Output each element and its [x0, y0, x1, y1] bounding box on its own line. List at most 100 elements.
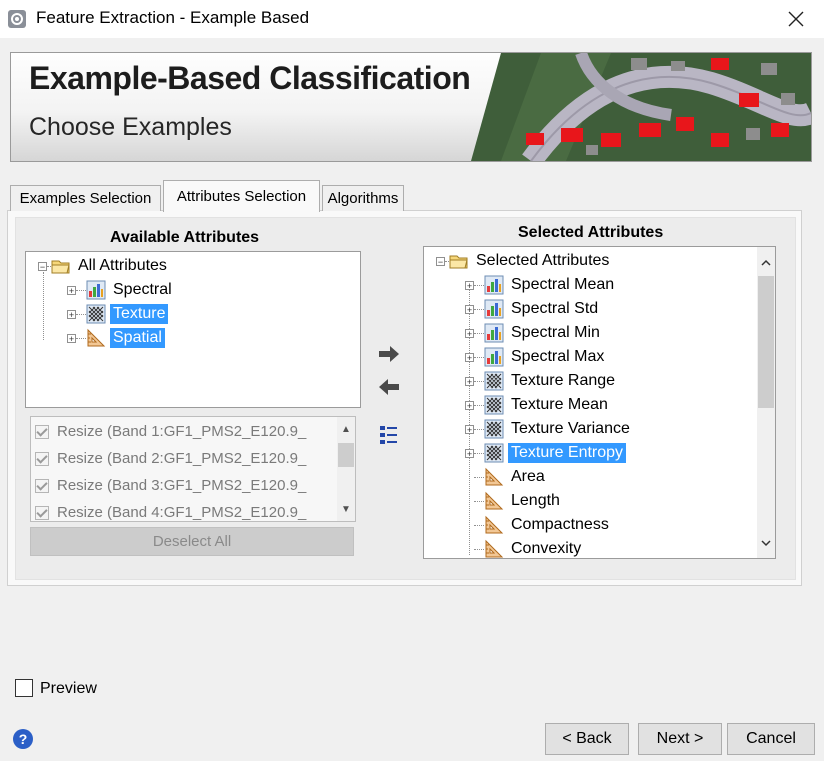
tree-label: Spectral Min [511, 324, 600, 341]
preview-checkbox[interactable] [15, 679, 33, 697]
expand-icon[interactable]: + [465, 424, 474, 434]
available-attributes-heading: Available Attributes [110, 229, 260, 246]
tree-label: Texture Range [511, 372, 616, 389]
tree-item[interactable]: + Spectral Mean [465, 273, 617, 297]
expand-icon[interactable]: + [465, 280, 474, 290]
selected-tree-scrollbar[interactable] [757, 247, 775, 558]
tree-item[interactable]: + Texture Range [465, 369, 618, 393]
tree-item[interactable]: Compactness [465, 513, 612, 537]
banner-subtitle: Choose Examples [29, 113, 232, 141]
scroll-thumb[interactable] [758, 276, 774, 408]
available-attributes-tree[interactable]: − All Attributes + Spectral + Texture + … [25, 251, 361, 408]
deselect-all-button[interactable]: Deselect All [30, 527, 354, 556]
spectral-icon [484, 323, 504, 343]
spatial-icon [485, 515, 504, 534]
list-icon[interactable] [376, 422, 402, 448]
folder-icon [449, 255, 468, 269]
checkbox [35, 505, 49, 520]
tree-label: Spatial [110, 328, 165, 348]
band-list-scrollbar[interactable]: ▲ ▼ [337, 417, 355, 521]
spectral-icon [484, 299, 504, 319]
expand-icon[interactable]: + [67, 309, 76, 319]
tree-label: Compactness [511, 516, 609, 533]
list-item: Resize (Band 1:GF1_PMS2_E120.9_ [35, 419, 306, 444]
arrow-left-icon[interactable] [376, 374, 402, 400]
tree-item[interactable]: + Texture Mean [465, 393, 611, 417]
back-button[interactable]: < Back [545, 723, 629, 755]
expand-icon[interactable]: + [465, 376, 474, 386]
list-item: Resize (Band 2:GF1_PMS2_E120.9_ [35, 446, 306, 471]
checkbox [35, 424, 49, 439]
scroll-up-icon[interactable] [757, 253, 775, 271]
tree-label: Texture Mean [511, 396, 608, 413]
tree-item[interactable]: Convexity [465, 537, 584, 558]
banner: Example-Based Classification Choose Exam… [10, 52, 812, 162]
tree-item[interactable]: Area [465, 465, 548, 489]
tab-algorithms[interactable]: Algorithms [322, 185, 404, 211]
tree-label: Texture [110, 304, 169, 324]
texture-icon [484, 395, 504, 415]
tree-item[interactable]: + Texture Entropy [465, 441, 627, 465]
band-list[interactable]: Resize (Band 1:GF1_PMS2_E120.9_ Resize (… [30, 416, 356, 522]
tree-label: Convexity [511, 540, 582, 557]
list-item: Resize (Band 4:GF1_PMS2_E120.9_ [35, 500, 306, 521]
folder-icon [51, 260, 70, 274]
scroll-down-icon[interactable] [757, 534, 775, 552]
expand-icon[interactable]: + [465, 352, 474, 362]
tree-label: Area [511, 468, 545, 485]
texture-icon [484, 419, 504, 439]
help-icon[interactable]: ? [12, 728, 34, 750]
next-button[interactable]: Next > [638, 723, 722, 755]
collapse-icon[interactable]: − [38, 261, 47, 271]
expand-icon[interactable]: + [465, 400, 474, 410]
spectral-icon [484, 275, 504, 295]
tree-item-spatial[interactable]: + Spatial [67, 326, 165, 350]
checkbox [35, 451, 49, 466]
expand-icon[interactable]: + [465, 328, 474, 338]
tree-label: Texture Variance [511, 420, 630, 437]
tree-label: Spectral Mean [511, 276, 615, 293]
tree-item[interactable]: + Spectral Std [465, 297, 601, 321]
spectral-icon [86, 280, 106, 300]
tab-examples-selection[interactable]: Examples Selection [10, 185, 161, 211]
tree-item-spectral[interactable]: + Spectral [67, 278, 175, 302]
tree-item[interactable]: + Texture Variance [465, 417, 633, 441]
tree-item-texture[interactable]: + Texture [67, 302, 169, 326]
selected-attributes-tree[interactable]: − Selected Attributes + Spectral Mean + Spe… [423, 246, 776, 559]
banner-title: Example-Based Classification [29, 60, 471, 96]
spatial-icon [485, 491, 504, 510]
preview-label: Preview [40, 680, 97, 697]
tree-item[interactable]: Length [465, 489, 563, 513]
spatial-icon [485, 467, 504, 486]
tree-label: Length [511, 492, 560, 509]
aerial-image [471, 53, 811, 161]
tree-root-selected-attributes[interactable]: − Selected Attributes [436, 249, 612, 273]
texture-icon [484, 443, 504, 463]
svg-text:?: ? [19, 731, 28, 747]
tree-root-all-attributes[interactable]: − All Attributes [38, 254, 170, 278]
scroll-up-icon[interactable]: ▲ [337, 420, 355, 438]
selected-attributes-heading: Selected Attributes [518, 224, 664, 241]
expand-icon[interactable]: + [67, 333, 76, 343]
tree-label: Spectral Std [511, 300, 599, 317]
tree-label: All Attributes [78, 257, 167, 274]
collapse-icon[interactable]: − [436, 256, 445, 266]
tree-label: Spectral Max [511, 348, 605, 365]
app-icon [8, 10, 26, 28]
tree-item[interactable]: + Spectral Max [465, 345, 607, 369]
texture-icon [484, 371, 504, 391]
tab-attributes-selection[interactable]: Attributes Selection [163, 180, 320, 212]
texture-icon [86, 304, 106, 324]
expand-icon[interactable]: + [465, 304, 474, 314]
tree-label: Spectral [113, 281, 172, 298]
tree-label: Texture Entropy [508, 443, 627, 463]
close-icon[interactable] [776, 4, 816, 34]
cancel-button[interactable]: Cancel [727, 723, 815, 755]
expand-icon[interactable]: + [465, 448, 474, 458]
tree-item[interactable]: + Spectral Min [465, 321, 603, 345]
expand-icon[interactable]: + [67, 285, 76, 295]
arrow-right-icon[interactable] [376, 341, 402, 367]
scroll-thumb[interactable] [338, 443, 354, 467]
window-title: Feature Extraction - Example Based [36, 8, 310, 27]
scroll-down-icon[interactable]: ▼ [337, 500, 355, 518]
